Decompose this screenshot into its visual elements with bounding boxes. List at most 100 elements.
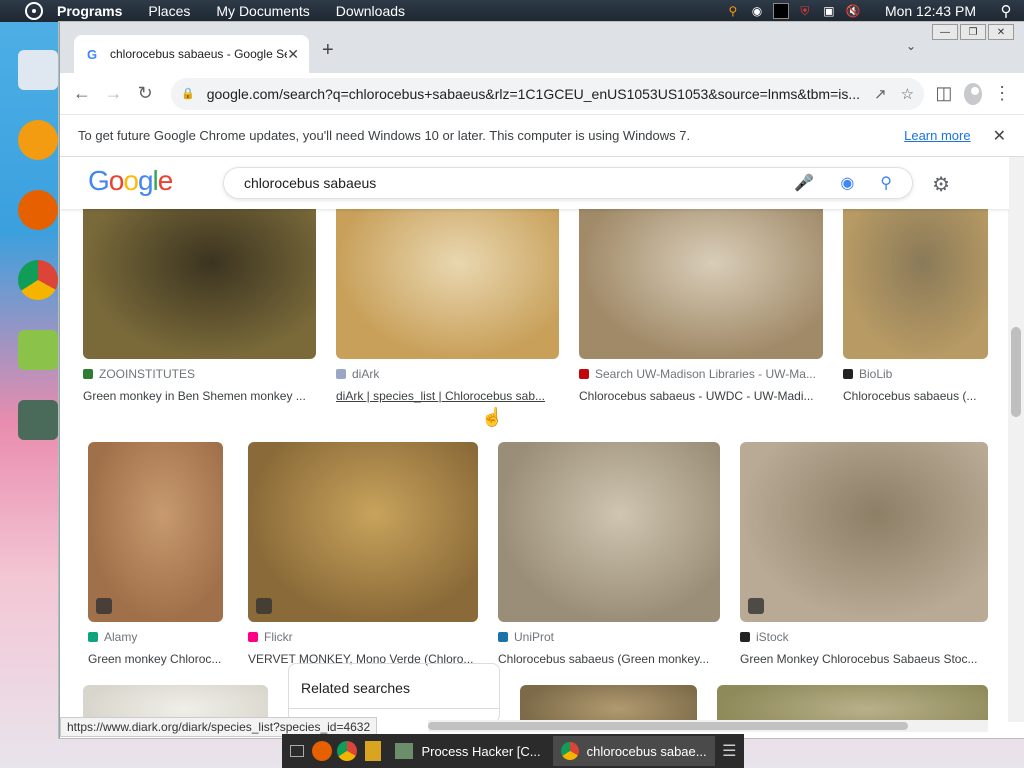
tab-title: chlorocebus sabaeus - Google Se	[110, 47, 288, 61]
image-result-card[interactable]: iStock Green Monkey Chlorocebus Sabaeus S…	[740, 442, 988, 666]
system-top-bar: Programs Places My Documents Downloads ⚲…	[0, 0, 1024, 22]
microphone-icon[interactable]: 🎤	[794, 173, 814, 193]
volume-muted-icon[interactable]: 🔇	[845, 3, 861, 19]
result-thumbnail[interactable]	[740, 442, 988, 622]
result-source[interactable]: iStock	[740, 630, 988, 644]
menu-my-documents[interactable]: My Documents	[203, 0, 322, 22]
result-source[interactable]: UniProt	[498, 630, 720, 644]
search-icon[interactable]: ⚲	[998, 3, 1014, 20]
search-submit-icon[interactable]: ⚲	[880, 173, 892, 193]
chrome-desktop-icon[interactable]	[18, 260, 58, 300]
result-thumbnail[interactable]	[88, 442, 223, 622]
result-source[interactable]: Alamy	[88, 630, 223, 644]
menu-places[interactable]: Places	[135, 0, 203, 22]
tab-search-dropdown-icon[interactable]: ⌄	[906, 39, 916, 53]
vertical-scrollbar[interactable]	[1008, 157, 1024, 722]
camera-lens-icon[interactable]: ◉	[840, 173, 854, 193]
task-label: chlorocebus sabae...	[586, 743, 707, 759]
result-thumbnail[interactable]	[520, 685, 697, 722]
minimize-button[interactable]: —	[932, 24, 958, 40]
back-button[interactable]: ←	[70, 80, 94, 108]
bookmark-star-icon[interactable]: ☆	[901, 85, 914, 103]
result-source[interactable]: ZOOINSTITUTES	[83, 367, 316, 381]
result-title[interactable]: Green Monkey Chlorocebus Sabaeus Stoc...	[740, 652, 988, 666]
result-title[interactable]: diArk | species_list | Chlorocebus sab..…	[336, 389, 559, 403]
close-window-button[interactable]: ✕	[988, 24, 1014, 40]
result-source-label: ZOOINSTITUTES	[99, 367, 195, 381]
image-result-card[interactable]	[520, 685, 697, 722]
task-process-hacker[interactable]: Process Hacker [C...	[387, 736, 548, 766]
forward-button[interactable]: →	[102, 80, 126, 108]
address-bar[interactable]: 🔒 google.com/search?q=chlorocebus+sabaeu…	[171, 77, 925, 110]
result-title[interactable]: Chlorocebus sabaeus (...	[843, 389, 988, 403]
settings-gear-icon[interactable]: ⚙	[932, 172, 950, 197]
result-source[interactable]: diArk	[336, 367, 559, 381]
tab-google-search[interactable]: G chlorocebus sabaeus - Google Se ✕	[74, 35, 309, 73]
search-box[interactable]: chlorocebus sabaeus 🎤 ◉ ⚲ ⚙	[223, 167, 950, 199]
image-result-card[interactable]: diArk diArk | species_list | Chlorocebus …	[336, 199, 559, 403]
task-chrome[interactable]: chlorocebus sabae...	[552, 736, 715, 766]
result-thumbnail[interactable]	[579, 199, 823, 359]
shield-tray-icon[interactable]: ⛨	[797, 3, 813, 19]
menu-downloads[interactable]: Downloads	[323, 0, 418, 22]
profile-avatar[interactable]	[963, 82, 983, 105]
documents-desktop-icon[interactable]	[18, 50, 58, 90]
result-title[interactable]: Chlorocebus sabaeus - UWDC - UW-Madi...	[579, 389, 823, 403]
desktop-icons	[18, 50, 62, 470]
result-source[interactable]: Flickr	[248, 630, 478, 644]
result-thumbnail[interactable]	[843, 199, 988, 359]
result-thumbnail[interactable]	[248, 442, 478, 622]
image-result-card[interactable]: ZOOINSTITUTES Green monkey in Ben Shemen …	[83, 199, 316, 403]
chrome-menu-icon[interactable]: ⋮	[990, 80, 1014, 108]
side-panel-icon[interactable]: ◫	[932, 80, 956, 108]
window-controls: — ❐ ✕	[932, 24, 1014, 40]
result-source[interactable]: Search UW-Madison Libraries - UW-Ma...	[579, 367, 823, 381]
os-logo-icon[interactable]	[25, 2, 43, 20]
result-title[interactable]: Chlorocebus sabaeus (Green monkey...	[498, 652, 720, 666]
lock-icon[interactable]: 🔒	[181, 87, 195, 100]
result-thumbnail[interactable]	[83, 199, 316, 359]
taskbar-menu-icon[interactable]: ☰	[719, 737, 740, 765]
result-title[interactable]: Green monkey in Ben Shemen monkey ...	[83, 389, 316, 403]
result-source-label: diArk	[352, 367, 380, 381]
menu-programs[interactable]: Programs	[43, 0, 135, 22]
globe-tray-icon[interactable]: ◉	[749, 3, 765, 19]
result-source[interactable]: BioLib	[843, 367, 988, 381]
learn-more-link[interactable]: Learn more	[904, 128, 970, 143]
share-icon[interactable]: ↗	[874, 85, 887, 103]
clock[interactable]: Mon 12:43 PM	[885, 3, 976, 19]
image-result-card[interactable]: UniProt Chlorocebus sabaeus (Green monkey…	[498, 442, 720, 666]
image-result-card[interactable]: BioLib Chlorocebus sabaeus (...	[843, 199, 988, 403]
result-thumbnail[interactable]	[498, 442, 720, 622]
image-result-card[interactable]: Alamy Green monkey Chloroc...	[88, 442, 223, 666]
result-thumbnail[interactable]	[336, 199, 559, 359]
search-tray-icon[interactable]: ⚲	[725, 3, 741, 19]
result-title[interactable]: Green monkey Chloroc...	[88, 652, 223, 666]
new-tab-button[interactable]: +	[322, 39, 334, 62]
terminal-tray-icon[interactable]	[772, 3, 789, 19]
maximize-button[interactable]: ❐	[960, 24, 986, 40]
vertical-scroll-thumb[interactable]	[1011, 327, 1021, 417]
firefox-taskbar-icon[interactable]	[311, 737, 333, 765]
show-desktop-icon[interactable]	[286, 737, 307, 765]
reload-button[interactable]: ↻	[133, 80, 157, 108]
archive-taskbar-icon[interactable]	[362, 737, 383, 765]
horizontal-scrollbar[interactable]	[428, 720, 988, 732]
image-result-card[interactable]: Search UW-Madison Libraries - UW-Ma... Ch…	[579, 199, 823, 403]
system-monitor-desktop-icon[interactable]	[18, 400, 58, 440]
url-text[interactable]: google.com/search?q=chlorocebus+sabaeus&…	[207, 86, 860, 102]
image-result-card[interactable]	[717, 685, 988, 722]
search-desktop-icon[interactable]	[18, 120, 58, 160]
firefox-desktop-icon[interactable]	[18, 190, 58, 230]
result-thumbnail[interactable]	[717, 685, 988, 722]
hand-cursor-icon: ☝	[481, 407, 504, 427]
chrome-taskbar-icon[interactable]	[337, 737, 358, 765]
tab-close-icon[interactable]: ✕	[287, 46, 299, 63]
horizontal-scroll-thumb[interactable]	[428, 722, 908, 730]
monitor-tray-icon[interactable]: ▣	[821, 3, 837, 19]
image-result-card[interactable]: Flickr VERVET MONKEY, Mono Verde (Chloro.…	[248, 442, 478, 666]
notepad-desktop-icon[interactable]	[18, 330, 58, 370]
search-input[interactable]: chlorocebus sabaeus	[244, 175, 768, 191]
infobar-close-icon[interactable]: ✕	[993, 126, 1006, 146]
google-logo[interactable]: Google	[88, 165, 173, 197]
